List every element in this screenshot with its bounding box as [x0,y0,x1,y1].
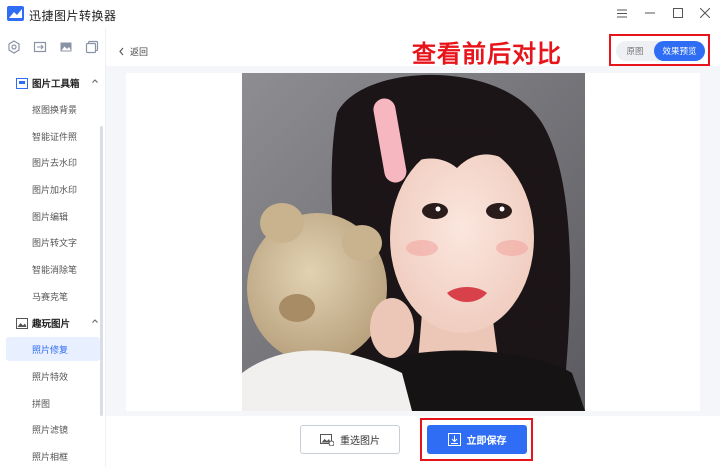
maximize-icon[interactable] [670,5,686,21]
sidebar-top-icons [0,40,106,58]
sidebar-item-label: 智能证件照 [32,132,78,143]
sidebar-item-photo-effects[interactable]: 照片特效 [6,364,100,388]
settings-hex-icon[interactable] [7,40,21,54]
sidebar-item-smart-eraser[interactable]: 智能消除笔 [6,257,100,281]
sidebar-item-label: 照片特效 [32,372,69,383]
image-swap-icon [320,433,334,446]
sidebar-item-label: 图片转文字 [32,238,78,249]
preview-photo [242,73,585,411]
image-icon[interactable] [59,40,73,54]
sidebar-item-add-watermark[interactable]: 图片加水印 [6,177,100,201]
sidebar-item-label: 图片去水印 [32,158,78,169]
toolbox-icon [16,77,28,89]
sidebar-item-photo-frame[interactable]: 照片相框 [6,444,100,467]
hamburger-menu-icon[interactable] [614,5,630,21]
sidebar-item-label: 智能消除笔 [32,265,78,276]
group-label: 图片工具箱 [32,79,80,90]
copy-icon[interactable] [85,40,99,54]
compare-annotation: 查看前后对比 [412,40,562,68]
back-label: 返回 [130,48,149,58]
sidebar-item-label: 照片滤镜 [32,425,69,436]
title-bar: 迅捷图片转换器 [0,0,720,28]
sidebar-item-image-to-text[interactable]: 图片转文字 [6,230,100,254]
sidebar-item-label: 照片修复 [32,345,69,356]
chevron-up-icon[interactable] [91,317,99,325]
sidebar-item-label: 图片加水印 [32,185,78,196]
sidebar: 图片工具箱 抠图换背景 智能证件照 图片去水印 图片加水印 图片编辑 图片转文字… [0,28,106,467]
view-toggle[interactable]: 原图 效果预览 [616,41,705,61]
sidebar-item-label: 拼图 [32,399,51,410]
fun-image-icon [16,317,28,329]
back-button[interactable]: 返回 [118,45,148,58]
minimize-icon[interactable] [642,5,658,21]
sidebar-item-id-photo[interactable]: 智能证件照 [6,124,100,148]
sidebar-item-label: 照片相框 [32,452,69,463]
app-title: 迅捷图片转换器 [29,9,117,23]
sidebar-scrollbar[interactable] [100,126,103,416]
sidebar-item-cutout-background[interactable]: 抠图换背景 [6,97,100,121]
group-header-toolbox[interactable]: 图片工具箱 [16,76,98,90]
sidebar-item-collage[interactable]: 拼图 [6,391,100,415]
toggle-original[interactable]: 原图 [618,41,652,61]
save-now-button[interactable]: 立即保存 [427,425,527,454]
sidebar-item-label: 马赛克笔 [32,292,69,303]
toggle-highlight-frame: 原图 效果预览 [609,34,710,66]
sidebar-item-label: 图片编辑 [32,212,69,223]
reselect-label: 重选图片 [340,436,380,447]
sidebar-item-image-edit[interactable]: 图片编辑 [6,204,100,228]
sidebar-item-remove-watermark[interactable]: 图片去水印 [6,150,100,174]
group-label: 趣玩图片 [32,319,71,330]
chevron-up-icon[interactable] [91,77,99,85]
sidebar-item-mosaic-pen[interactable]: 马赛克笔 [6,284,100,308]
convert-icon[interactable] [33,40,47,54]
toggle-preview[interactable]: 效果预览 [654,41,705,61]
sidebar-item-photo-filter[interactable]: 照片滤镜 [6,417,100,441]
close-icon[interactable] [697,5,713,21]
download-save-icon [447,433,461,446]
chevron-left-icon [119,47,124,56]
group-header-fun-images[interactable]: 趣玩图片 [16,316,98,330]
save-label: 立即保存 [466,436,507,447]
sidebar-item-label: 抠图换背景 [32,105,78,116]
reselect-image-button[interactable]: 重选图片 [300,425,400,454]
sidebar-item-photo-repair[interactable]: 照片修复 [6,337,100,361]
app-logo-icon [7,6,24,21]
